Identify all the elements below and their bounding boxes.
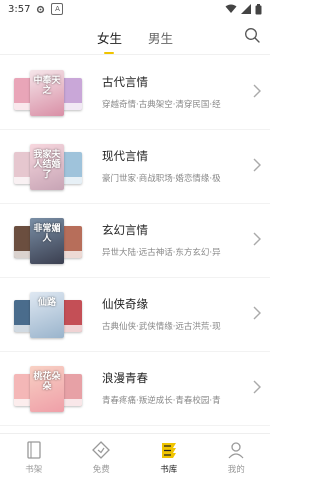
library-icon xyxy=(161,442,176,458)
search-icon[interactable] xyxy=(244,27,260,43)
battery-icon xyxy=(255,3,262,14)
nav-label: 书架 xyxy=(25,464,43,475)
cover-stack: 桃花朵朵 xyxy=(14,364,86,414)
chevron-right-icon xyxy=(253,232,261,246)
nav-label: 免费 xyxy=(92,464,110,475)
cover-stack: 中奉天之 xyxy=(14,68,86,118)
nav-profile[interactable]: 我的 xyxy=(203,434,271,480)
tab-male[interactable]: 男生 xyxy=(148,22,173,47)
chevron-right-icon xyxy=(253,158,261,172)
status-right xyxy=(225,3,262,15)
nav-label: 我的 xyxy=(227,464,245,475)
settings-status-icon xyxy=(37,5,45,13)
category-tags: 穿越奇情·古典架空·清穿民国·经 xyxy=(102,100,221,110)
nav-bookshelf[interactable]: 书架 xyxy=(0,434,68,480)
status-bar: 3:57 A xyxy=(0,0,270,18)
category-list: 中奉天之 古代言情 穿越奇情·古典架空·清穿民国·经 我家夫人结婚了 现代言情 … xyxy=(0,56,270,426)
book-cover: 非常媚人 xyxy=(30,218,64,264)
book-cover: 仙路 xyxy=(30,292,64,338)
category-title: 浪漫青春 xyxy=(102,371,148,385)
wifi-icon xyxy=(225,4,237,13)
nav-library[interactable]: 书库 xyxy=(135,434,203,480)
category-tags: 青春疼痛·叛逆成长·青春校园·青 xyxy=(102,396,221,406)
tab-female[interactable]: 女生 xyxy=(96,22,122,54)
category-title: 现代言情 xyxy=(102,149,148,163)
category-tags: 异世大陆·远古神话·东方玄幻·异 xyxy=(102,248,221,258)
category-item-modern-romance[interactable]: 我家夫人结婚了 现代言情 豪门世家·商战职场·婚恋情缘·极 xyxy=(0,130,270,204)
cover-stack: 非常媚人 xyxy=(14,216,86,266)
chevron-right-icon xyxy=(253,306,261,320)
category-title: 玄幻言情 xyxy=(102,223,148,237)
category-info: 浪漫青春 青春疼痛·叛逆成长·青春校园·青 xyxy=(102,370,250,406)
category-info: 古代言情 穿越奇情·古典架空·清穿民国·经 xyxy=(102,74,250,110)
status-time: 3:57 xyxy=(8,3,31,15)
nav-label: 书库 xyxy=(160,464,178,475)
cover-title: 桃花朵朵 xyxy=(33,372,61,392)
bottom-nav: 书架 免费 书库 我的 xyxy=(0,433,270,480)
signal-icon xyxy=(241,4,251,14)
status-left: 3:57 A xyxy=(8,3,64,15)
chevron-right-icon xyxy=(253,84,261,98)
gender-tabs: 女生 男生 xyxy=(0,22,270,54)
tab-male-label: 男生 xyxy=(148,31,174,46)
category-info: 现代言情 豪门世家·商战职场·婚恋情缘·极 xyxy=(102,148,250,184)
cover-title: 非常媚人 xyxy=(33,224,61,244)
cover-stack: 仙路 xyxy=(14,290,86,340)
cover-title: 中奉天之 xyxy=(33,76,61,96)
tab-female-label: 女生 xyxy=(96,31,122,46)
cover-title: 我家夫人结婚了 xyxy=(33,150,61,180)
header: 女生 男生 xyxy=(0,22,270,54)
category-title: 古代言情 xyxy=(102,75,148,89)
profile-icon xyxy=(228,441,244,458)
nav-free[interactable]: 免费 xyxy=(68,434,136,480)
header-divider xyxy=(0,54,270,55)
sim-badge: A xyxy=(51,3,64,15)
category-item-ancient-romance[interactable]: 中奉天之 古代言情 穿越奇情·古典架空·清穿民国·经 xyxy=(0,56,270,130)
category-item-youth-romance[interactable]: 桃花朵朵 浪漫青春 青春疼痛·叛逆成长·青春校园·青 xyxy=(0,352,270,426)
category-tags: 古典仙侠·武侠情缘·远古洪荒·现 xyxy=(102,322,221,332)
category-item-fantasy-romance[interactable]: 非常媚人 玄幻言情 异世大陆·远古神话·东方玄幻·异 xyxy=(0,204,270,278)
category-item-xianxia-romance[interactable]: 仙路 仙侠奇缘 古典仙侠·武侠情缘·远古洪荒·现 xyxy=(0,278,270,352)
category-tags: 豪门世家·商战职场·婚恋情缘·极 xyxy=(102,174,221,184)
book-cover: 中奉天之 xyxy=(30,70,64,116)
book-cover: 我家夫人结婚了 xyxy=(30,144,64,190)
category-info: 玄幻言情 异世大陆·远古神话·东方玄幻·异 xyxy=(102,222,250,258)
book-cover: 桃花朵朵 xyxy=(30,366,64,412)
category-info: 仙侠奇缘 古典仙侠·武侠情缘·远古洪荒·现 xyxy=(102,296,250,332)
chevron-right-icon xyxy=(253,380,261,394)
bookshelf-icon xyxy=(27,440,41,459)
cover-title: 仙路 xyxy=(37,298,56,308)
cover-stack: 我家夫人结婚了 xyxy=(14,142,86,192)
free-icon xyxy=(92,440,111,459)
category-title: 仙侠奇缘 xyxy=(102,297,148,311)
